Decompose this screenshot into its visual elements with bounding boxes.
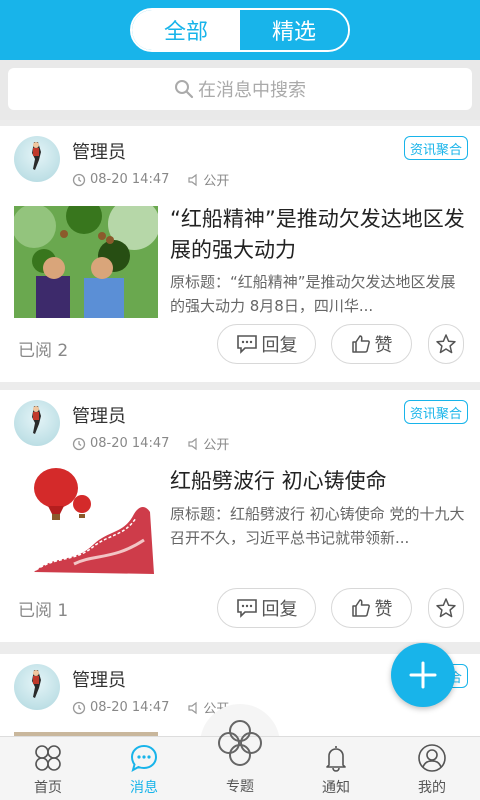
post-time: 08-20 14:47	[90, 172, 170, 187]
search-bar-area: 在消息中搜索	[0, 60, 480, 120]
post-title[interactable]: 红船劈波行 初心铸使命	[170, 466, 470, 497]
clock-icon	[72, 701, 86, 714]
nav-home-label: 首页	[34, 780, 62, 796]
nav-profile-label: 我的	[418, 780, 446, 796]
author-name: 管理员	[72, 406, 126, 427]
comment-icon	[236, 599, 257, 618]
post-thumbnail[interactable]	[14, 206, 158, 318]
nav-topics-label: 专题	[226, 779, 254, 795]
author-name: 管理员	[72, 142, 126, 163]
nav-messages-label: 消息	[130, 780, 158, 796]
visibility-label: 公开	[203, 438, 230, 453]
post-meta: 08-20 14:47 公开	[72, 698, 229, 717]
nav-messages[interactable]: 消息	[96, 737, 192, 800]
like-label: 赞	[374, 599, 393, 620]
clock-icon	[72, 437, 86, 450]
author-name: 管理员	[72, 670, 126, 691]
plus-icon	[409, 661, 437, 689]
speaker-icon	[188, 701, 197, 714]
star-icon	[436, 598, 456, 618]
post-meta: 08-20 14:47 公开	[72, 434, 229, 453]
home-grid-icon	[35, 745, 61, 771]
compose-fab[interactable]	[391, 643, 455, 707]
reply-button[interactable]: 回复	[217, 324, 316, 364]
like-label: 赞	[374, 335, 393, 356]
thumbs-up-icon	[351, 599, 370, 617]
favorite-button[interactable]	[428, 324, 464, 364]
reply-label: 回复	[261, 335, 298, 356]
thumbs-up-icon	[351, 335, 370, 353]
category-badge[interactable]: 资讯聚合	[403, 136, 468, 160]
top-header: 全部 精选	[0, 0, 480, 60]
tab-all[interactable]: 全部	[132, 10, 240, 50]
search-placeholder: 在消息中搜索	[198, 80, 306, 101]
like-button[interactable]: 赞	[331, 324, 412, 364]
comment-icon	[236, 335, 257, 354]
reply-button[interactable]: 回复	[217, 588, 316, 628]
post-summary: 原标题：红船劈波行 初心铸使命 党的十九大召开不久，习近平总书记就带领新...	[170, 505, 465, 547]
bell-icon	[326, 746, 346, 772]
nav-notifications-label: 通知	[322, 780, 350, 796]
message-icon	[130, 744, 158, 773]
visibility: 公开	[187, 434, 229, 453]
post-card[interactable]: 管理员 08-20 14:47 公开 资讯聚合 红船劈波行 初心铸使命 原标题：…	[0, 390, 480, 642]
visibility-label: 公开	[203, 174, 230, 189]
tab-featured[interactable]: 精选	[240, 10, 348, 50]
post-thumbnail[interactable]	[14, 464, 158, 576]
nav-notifications[interactable]: 通知	[288, 737, 384, 800]
topic-swirl-icon	[218, 720, 262, 766]
speaker-icon	[188, 173, 197, 186]
read-count: 已阅 2	[18, 341, 69, 361]
reply-label: 回复	[261, 599, 298, 620]
avatar[interactable]	[14, 136, 60, 182]
like-button[interactable]: 赞	[331, 588, 412, 628]
nav-home[interactable]: 首页	[0, 737, 96, 800]
post-title[interactable]: “红船精神”是推动欠发达地区发展的强大动力	[170, 204, 470, 266]
star-icon	[436, 334, 456, 354]
nav-profile[interactable]: 我的	[384, 737, 480, 800]
clock-icon	[72, 173, 86, 186]
post-time: 08-20 14:47	[90, 700, 170, 715]
post-summary: 原标题：“红船精神”是推动欠发达地区发展的强大动力 8月8日，四川华...	[170, 273, 456, 315]
nav-topics[interactable]	[213, 716, 267, 770]
speaker-icon	[188, 437, 197, 450]
read-count: 已阅 1	[18, 601, 69, 621]
user-icon	[418, 744, 446, 772]
post-time: 08-20 14:47	[90, 436, 170, 451]
search-icon	[175, 80, 194, 99]
category-badge[interactable]: 资讯聚合	[403, 400, 468, 424]
avatar[interactable]	[14, 664, 60, 710]
favorite-button[interactable]	[428, 588, 464, 628]
visibility: 公开	[187, 170, 229, 189]
post-card[interactable]: 管理员 08-20 14:47 公开 资讯聚合 “红船精神”是推动欠发达地区发展…	[0, 126, 480, 382]
post-meta: 08-20 14:47 公开	[72, 170, 229, 189]
search-input[interactable]: 在消息中搜索	[8, 68, 472, 110]
avatar[interactable]	[14, 400, 60, 446]
filter-segmented-control: 全部 精选	[130, 8, 350, 52]
